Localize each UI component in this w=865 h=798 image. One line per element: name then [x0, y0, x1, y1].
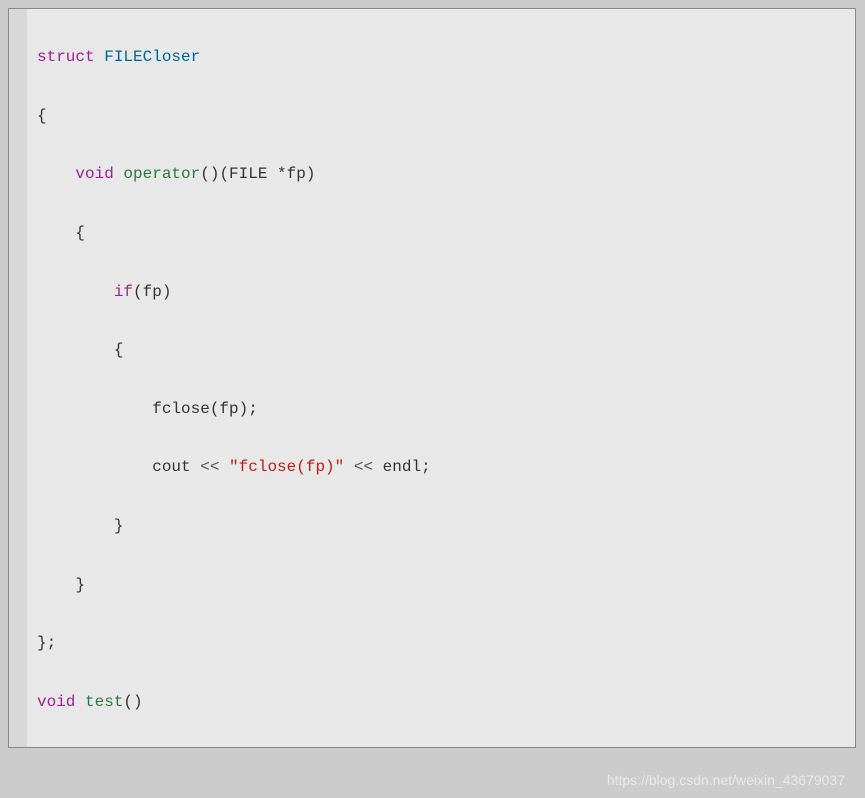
code-line: { [37, 219, 855, 248]
code-line: } [37, 571, 855, 600]
code-block: struct FILECloser { void operator()(FILE… [8, 8, 856, 748]
code-line: struct FILECloser [37, 43, 855, 72]
code-line: { [37, 102, 855, 131]
code-area[interactable]: struct FILECloser { void operator()(FILE… [27, 9, 855, 747]
code-line: void test() [37, 688, 855, 717]
code-line: { [37, 746, 855, 748]
code-line: fclose(fp); [37, 395, 855, 424]
watermark-text: https://blog.csdn.net/weixin_43679037 [607, 772, 845, 788]
line-number-gutter [9, 9, 27, 747]
code-line: cout << "fclose(fp)" << endl; [37, 453, 855, 482]
code-line: } [37, 512, 855, 541]
code-line: { [37, 336, 855, 365]
code-line: if(fp) [37, 278, 855, 307]
code-line: }; [37, 629, 855, 658]
code-line: void operator()(FILE *fp) [37, 160, 855, 189]
